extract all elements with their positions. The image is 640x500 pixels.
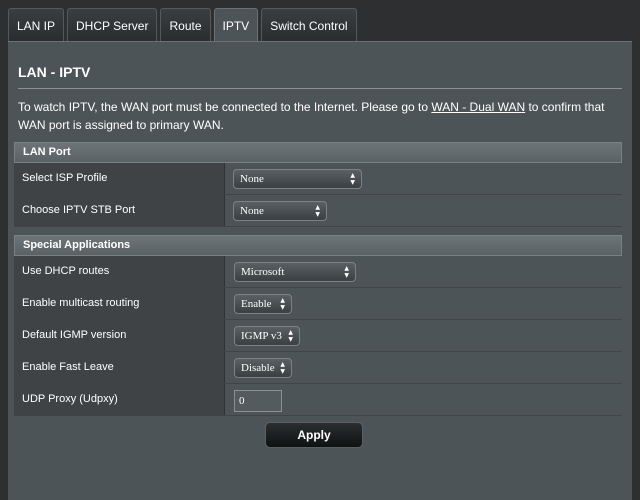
fast-leave-row: Enable Fast Leave Disable ▲ ▼: [14, 352, 622, 384]
tab-lan-ip[interactable]: LAN IP: [8, 8, 65, 42]
stb-port-row: Choose IPTV STB Port None ▲ ▼: [14, 195, 622, 227]
page-description: To watch IPTV, the WAN port must be conn…: [18, 98, 618, 134]
multicast-routing-label: Enable multicast routing: [14, 288, 225, 319]
select-arrows-icon: ▲ ▼: [350, 172, 355, 186]
tab-route[interactable]: Route: [160, 8, 211, 42]
isp-profile-select[interactable]: None ▲ ▼: [233, 169, 362, 189]
tab-bar: LAN IP DHCP Server Route IPTV Switch Con…: [8, 8, 357, 42]
dhcp-routes-value: Microsoft: [241, 266, 285, 278]
tab-switch-control[interactable]: Switch Control: [261, 8, 357, 42]
udpxy-input[interactable]: 0: [234, 390, 282, 412]
stb-port-select[interactable]: None ▲ ▼: [233, 201, 327, 221]
dhcp-routes-row: Use DHCP routes Microsoft ▲ ▼: [14, 256, 622, 288]
select-arrows-icon: ▲ ▼: [315, 204, 320, 218]
igmp-version-cell: IGMP v3 ▲ ▼: [225, 320, 622, 351]
content-panel: LAN - IPTV To watch IPTV, the WAN port m…: [8, 41, 632, 500]
select-arrows-icon: ▲ ▼: [344, 265, 349, 279]
fast-leave-select[interactable]: Disable ▲ ▼: [234, 358, 292, 378]
multicast-routing-row: Enable multicast routing Enable ▲ ▼: [14, 288, 622, 320]
multicast-routing-value: Enable: [241, 298, 272, 310]
fast-leave-value: Disable: [241, 362, 275, 374]
title-divider: [18, 88, 622, 89]
select-arrows-icon: ▲ ▼: [280, 361, 285, 375]
select-arrows-icon: ▲ ▼: [288, 329, 293, 343]
lan-port-header: LAN Port: [14, 142, 622, 163]
dhcp-routes-label: Use DHCP routes: [14, 256, 225, 287]
multicast-routing-cell: Enable ▲ ▼: [225, 288, 622, 319]
wan-dual-wan-link[interactable]: WAN - Dual WAN: [431, 100, 525, 114]
isp-profile-label: Select ISP Profile: [14, 163, 225, 194]
udpxy-cell: 0: [225, 384, 622, 415]
igmp-version-select[interactable]: IGMP v3 ▲ ▼: [234, 326, 300, 346]
tab-dhcp-server[interactable]: DHCP Server: [67, 8, 158, 42]
multicast-routing-select[interactable]: Enable ▲ ▼: [234, 294, 292, 314]
dhcp-routes-cell: Microsoft ▲ ▼: [225, 256, 622, 287]
isp-profile-row: Select ISP Profile None ▲ ▼: [14, 163, 622, 195]
stb-port-cell: None ▲ ▼: [225, 195, 622, 226]
dhcp-routes-select[interactable]: Microsoft ▲ ▼: [234, 262, 356, 282]
fast-leave-cell: Disable ▲ ▼: [225, 352, 622, 383]
special-applications-header: Special Applications: [14, 235, 622, 256]
tab-iptv[interactable]: IPTV: [213, 8, 259, 42]
igmp-version-label: Default IGMP version: [14, 320, 225, 351]
isp-profile-cell: None ▲ ▼: [225, 163, 622, 194]
stb-port-label: Choose IPTV STB Port: [14, 195, 225, 226]
apply-button[interactable]: Apply: [265, 422, 363, 448]
igmp-version-row: Default IGMP version IGMP v3 ▲ ▼: [14, 320, 622, 352]
udpxy-row: UDP Proxy (Udpxy) 0: [14, 384, 622, 416]
fast-leave-label: Enable Fast Leave: [14, 352, 225, 383]
stb-port-value: None: [240, 205, 264, 217]
udpxy-label: UDP Proxy (Udpxy): [14, 384, 225, 415]
isp-profile-value: None: [240, 173, 264, 185]
page-title: LAN - IPTV: [18, 64, 91, 80]
igmp-version-value: IGMP v3: [241, 330, 282, 342]
description-text: To watch IPTV, the WAN port must be conn…: [18, 100, 432, 114]
select-arrows-icon: ▲ ▼: [280, 297, 285, 311]
